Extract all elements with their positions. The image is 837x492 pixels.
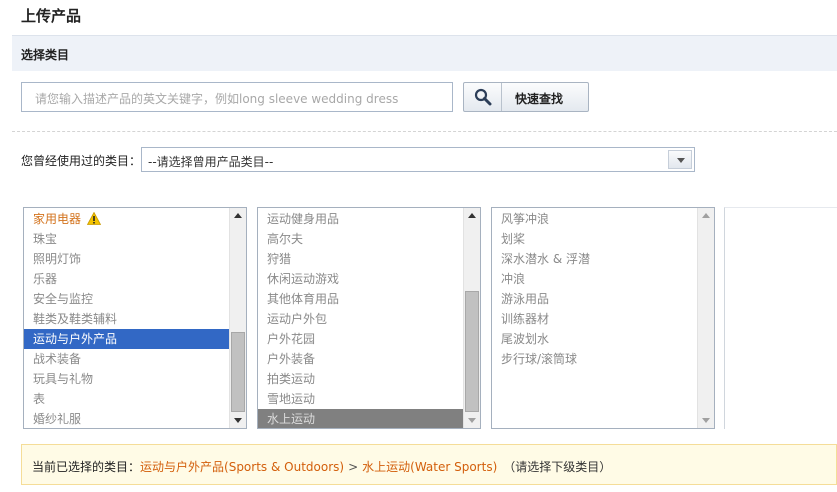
category-item-label: 高尔夫 (267, 232, 304, 246)
category-item-label: 玩具与礼物 (33, 372, 94, 386)
category-list-level3-items: 风筝冲浪划桨深水潜水 & 浮潜 冲浪游泳用品训练器材尾波划水步行球/滚筒球 (492, 208, 697, 428)
section-header: 选择类目 (12, 35, 837, 71)
category-item-label: 训练器材 (501, 312, 550, 326)
category-item-label: 户外装备 (267, 352, 316, 366)
category-list-level2-scrollbar[interactable] (463, 208, 480, 428)
category-item[interactable]: 游泳用品 (492, 289, 697, 309)
category-item[interactable]: 乐器 (24, 269, 229, 289)
category-item[interactable]: 训练器材 (492, 309, 697, 329)
category-list-level1-items: 家用电器珠宝照明灯饰乐器安全与监控鞋类及鞋类辅料 运动与户外产品 战术装备玩具与礼物… (24, 208, 229, 428)
category-item-label: 表 (33, 392, 46, 406)
category-item-label: 安全与监控 (33, 292, 94, 306)
category-item-label: 游泳用品 (501, 292, 550, 306)
category-item-label: 照明灯饰 (33, 252, 82, 266)
category-item[interactable]: 表 (24, 389, 229, 409)
category-item-label: 划桨 (501, 232, 526, 246)
category-item-label: 风筝冲浪 (501, 212, 550, 226)
divider (12, 131, 837, 132)
category-item[interactable]: 休闲运动游戏 (258, 269, 463, 289)
category-list-level1[interactable]: 家用电器珠宝照明灯饰乐器安全与监控鞋类及鞋类辅料 运动与户外产品 战术装备玩具与礼物… (23, 207, 247, 429)
selected-level2-path[interactable]: 水上运动(Water Sports) (362, 460, 497, 474)
scroll-down-icon[interactable] (230, 412, 246, 428)
category-item-label: 珠宝 (33, 232, 58, 246)
scroll-down-icon[interactable] (698, 412, 714, 428)
category-list-level2[interactable]: 运动健身用品 高尔夫狩猎休闲运动游戏 其他体育用品 运动户外包户外花园户外装备拍类运动… (257, 207, 481, 429)
used-category-label: 您曾经使用过的类目： (21, 154, 142, 168)
scroll-up-icon[interactable] (230, 208, 246, 224)
category-item[interactable]: 婚纱礼服 (24, 409, 229, 428)
category-list-level4-empty (724, 207, 837, 429)
selected-level1-path[interactable]: 运动与户外产品(Sports & Outdoors) (140, 460, 344, 474)
category-item-label: 尾波划水 (501, 332, 550, 346)
category-item[interactable]: 狩猎 (258, 249, 463, 269)
section-title: 选择类目 (21, 48, 70, 62)
category-item[interactable]: 深水潜水 & 浮潜 (492, 249, 697, 269)
category-list-level2-items: 运动健身用品 高尔夫狩猎休闲运动游戏 其他体育用品 运动户外包户外花园户外装备拍类运动… (258, 208, 463, 428)
category-item-label: 户外花园 (267, 332, 316, 346)
dropdown-arrow-icon[interactable] (668, 150, 692, 169)
category-item[interactable]: 运动与户外产品 (24, 329, 229, 349)
category-item-label: 冲浪 (501, 272, 526, 286)
scroll-up-icon[interactable] (464, 208, 480, 224)
keyword-search-input[interactable]: 请您输入描述产品的英文关键字，例如long sleeve wedding dre… (21, 82, 453, 112)
category-item-label: 乐器 (33, 272, 58, 286)
scroll-thumb[interactable] (465, 291, 479, 412)
category-item-label: 拍类运动 (267, 372, 316, 386)
category-item[interactable]: 珠宝 (24, 229, 229, 249)
category-list-level1-scrollbar[interactable] (229, 208, 246, 428)
category-item-label: 家用电器 (33, 212, 82, 226)
path-separator: > (348, 460, 359, 474)
select-subcategory-hint: （请选择下级类目） (503, 460, 612, 474)
current-selection-bar: 当前已选择的类目：运动与户外产品(Sports & Outdoors) > 水上运动… (21, 444, 837, 485)
category-item[interactable]: 雪地运动 (258, 389, 463, 409)
category-item[interactable]: 步行球/滚筒球 (492, 349, 697, 369)
category-item[interactable]: 家用电器 (24, 209, 229, 229)
quick-search-button[interactable]: 快速查找 (463, 82, 589, 112)
category-list-level3[interactable]: 风筝冲浪划桨深水潜水 & 浮潜 冲浪游泳用品训练器材尾波划水步行球/滚筒球 (491, 207, 715, 429)
category-item[interactable]: 户外装备 (258, 349, 463, 369)
scroll-thumb[interactable] (231, 332, 245, 412)
category-item-label: 深水潜水 & 浮潜 (501, 252, 590, 266)
category-list-level3-scrollbar[interactable] (697, 208, 714, 428)
scroll-down-icon[interactable] (464, 412, 480, 428)
category-item[interactable]: 照明灯饰 (24, 249, 229, 269)
category-item[interactable]: 冲浪 (492, 269, 697, 289)
category-item[interactable]: 运动健身用品 (258, 209, 463, 229)
category-item[interactable]: 划桨 (492, 229, 697, 249)
category-item-label: 运动户外包 (267, 312, 328, 326)
category-item[interactable]: 水上运动 (258, 409, 463, 428)
category-item-label: 战术装备 (33, 352, 82, 366)
category-item[interactable]: 运动户外包 (258, 309, 463, 329)
category-item-label: 水上运动 (267, 412, 316, 426)
used-category-value: --请选择曾用产品类目-- (148, 155, 274, 169)
category-item[interactable]: 其他体育用品 (258, 289, 463, 309)
category-item-label: 狩猎 (267, 252, 292, 266)
category-item[interactable]: 鞋类及鞋类辅料 (24, 309, 229, 329)
category-item[interactable]: 拍类运动 (258, 369, 463, 389)
category-item-label: 雪地运动 (267, 392, 316, 406)
category-item-label: 鞋类及鞋类辅料 (33, 312, 118, 326)
warning-icon (87, 212, 102, 225)
category-item-label: 休闲运动游戏 (267, 272, 340, 286)
page-title: 上传产品 (21, 7, 82, 25)
category-item[interactable]: 高尔夫 (258, 229, 463, 249)
used-category-select[interactable]: --请选择曾用产品类目-- (141, 147, 695, 172)
search-icon (474, 88, 492, 106)
scroll-up-icon[interactable] (698, 208, 714, 224)
category-item-label: 运动健身用品 (267, 212, 340, 226)
category-item[interactable]: 安全与监控 (24, 289, 229, 309)
category-item[interactable]: 尾波划水 (492, 329, 697, 349)
category-item[interactable]: 战术装备 (24, 349, 229, 369)
current-selection-label: 当前已选择的类目： (32, 460, 141, 474)
category-item[interactable]: 户外花园 (258, 329, 463, 349)
category-item-label: 其他体育用品 (267, 292, 340, 306)
category-item[interactable]: 玩具与礼物 (24, 369, 229, 389)
category-item-label: 运动与户外产品 (33, 332, 118, 346)
quick-search-label: 快速查找 (515, 92, 564, 106)
category-item-label: 婚纱礼服 (33, 412, 82, 426)
category-item[interactable]: 风筝冲浪 (492, 209, 697, 229)
category-item-label: 步行球/滚筒球 (501, 352, 578, 366)
search-icon-cell (464, 83, 502, 111)
